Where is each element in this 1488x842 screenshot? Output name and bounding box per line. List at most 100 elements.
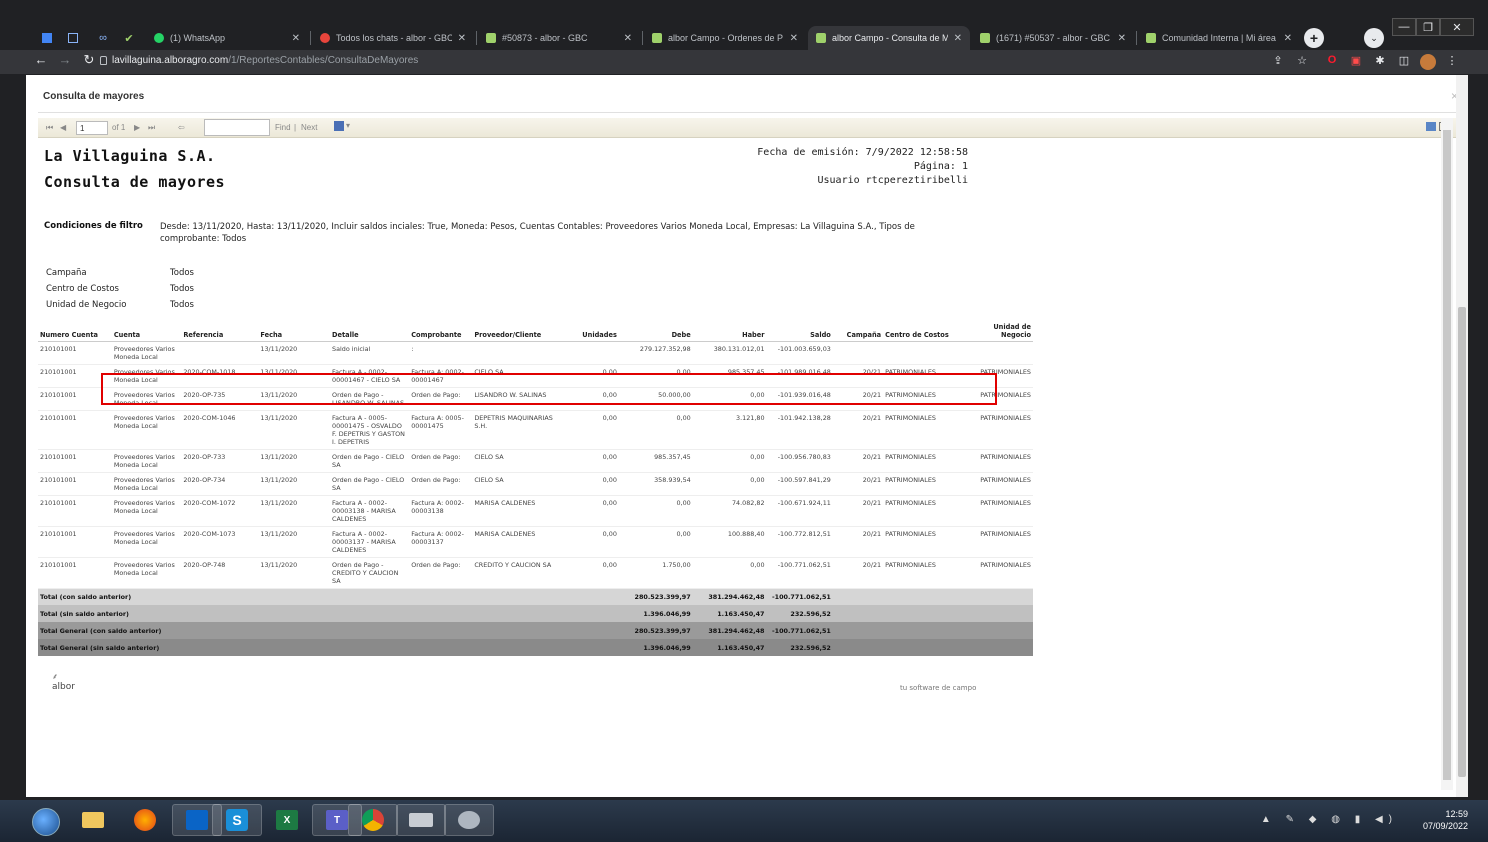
profile-avatar[interactable] [1420,54,1436,70]
find-input[interactable] [204,119,270,136]
table-cell: Proveedores Varios Moneda Local [111,495,182,527]
refresh-icon[interactable] [1426,122,1436,131]
table-cell: 13/11/2020 [258,449,331,473]
unidad-negocio-label: Unidad de Negocio [46,300,127,310]
table-cell: PATRIMONIALES [883,472,961,496]
close-tab-icon[interactable]: ✕ [790,33,798,44]
page-number-input[interactable]: 1 [76,121,108,135]
report-scrollbar[interactable] [1441,118,1453,790]
find-link[interactable]: Find [275,123,291,132]
export-dropdown-icon[interactable]: ▾ [346,121,350,130]
taskbar-clock[interactable]: 12:59 07/09/2022 [1423,808,1468,832]
col-header: Proveedor/Cliente [472,320,561,342]
total-label: Total General (sin saldo anterior) [38,639,619,656]
minimize-button[interactable]: — [1392,18,1416,36]
table-cell: PATRIMONIALES [960,495,1033,527]
excel-icon[interactable]: X [262,804,312,836]
pinned-tab-doc-icon[interactable] [36,28,58,48]
table-cell: CREDITO Y CAUCION SA [472,557,561,589]
leaf-icon: ⸙ [52,672,58,681]
close-tab-icon[interactable]: ✕ [458,33,466,44]
table-cell: CIELO SA [472,449,561,473]
col-header: Debe [618,320,693,342]
tab-separator [476,31,477,45]
table-cell: -101.003.659,03 [766,341,833,365]
maximize-button[interactable]: ❐ [1416,18,1440,36]
opera-extension-icon[interactable]: O [1324,54,1340,66]
table-row: 210101001 Proveedores Varios Moneda Local… [38,449,1033,473]
table-cell: PATRIMONIALES [960,410,1033,450]
close-tab-icon[interactable]: ✕ [624,33,632,44]
table-cell: 210101001 [38,449,112,473]
last-page-icon[interactable]: ⏭ [148,123,155,133]
side-panel-icon[interactable]: ◫ [1396,54,1412,67]
puzzle-extensions-icon[interactable]: ✱ [1372,54,1388,67]
forward-arrow-icon[interactable]: → [56,52,74,67]
reload-icon[interactable]: ↻ [80,52,98,68]
total-label: Total (sin saldo anterior) [38,605,619,622]
close-tab-icon[interactable]: ✕ [954,33,962,44]
report-body: La Villaguina S.A. Consulta de mayores F… [38,139,1433,797]
app-icon[interactable] [444,804,494,836]
table-cell: : [409,341,473,365]
tab-todos-los-chats[interactable]: Todos los chats - albor - GBC ✕ [312,26,474,50]
albor-icon [652,33,662,43]
tab-ordenes-de-pago[interactable]: albor Campo - Ordenes de P ✕ [644,26,806,50]
table-cell: Orden de Pago: [409,449,473,473]
table-cell: 13/11/2020 [258,472,331,496]
col-header: Numero Cuenta [38,320,112,342]
prev-page-icon[interactable]: ◀ [60,123,66,132]
table-cell: 2020-COM-1073 [181,526,259,558]
tab-50537[interactable]: (1671) #50537 - albor - GBC ✕ [972,26,1134,50]
tab-50873[interactable]: #50873 - albor - GBC ✕ [478,26,640,50]
total-label: Total (con saldo anterior) [38,588,619,605]
total-label: Total General (con saldo anterior) [38,622,619,639]
export-icon[interactable] [334,121,344,131]
next-page-icon[interactable]: ▶ [134,123,140,132]
windows-taskbar: S X T ▲ ✎ ◆ ◍ ▮ ◀) 12:59 07/09/2022 [0,800,1488,842]
next-link[interactable]: Next [301,123,317,132]
window-controls: — ❐ ✕ [1392,18,1474,36]
centro-costos-value: Todos [170,284,194,294]
share-icon[interactable]: ⇪ [1270,54,1286,67]
page-scrollbar-thumb[interactable] [1458,307,1466,777]
sway-icon[interactable]: S [212,804,262,836]
page-info: Página: 1 [913,161,968,172]
tab-consulta-de-mayores[interactable]: albor Campo - Consulta de M ✕ [808,26,970,50]
new-tab-button[interactable]: + [1304,28,1324,48]
tab-search-button[interactable]: ⌄ [1364,28,1384,48]
table-cell: -100.956.780,83 [766,449,833,473]
kebab-menu-icon[interactable]: ⋮ [1444,54,1460,67]
close-tab-icon[interactable]: ✕ [292,33,300,44]
total-debe: 1.396.046,99 [618,605,693,622]
close-tab-icon[interactable]: ✕ [1284,33,1292,44]
table-cell: 13/11/2020 [258,495,331,527]
tab-whatsapp[interactable]: (1) WhatsApp ✕ [146,26,308,50]
bookmark-star-icon[interactable]: ☆ [1294,54,1310,67]
url-field[interactable]: lavillaguina.alboragro.com/1/ReportesCon… [112,55,418,66]
pinned-tab-grid-icon[interactable] [62,28,84,48]
page-scrollbar[interactable] [1456,75,1468,797]
tab-comunidad-interna[interactable]: Comunidad Interna | Mi área ✕ [1138,26,1300,50]
firefox-icon[interactable] [120,804,170,836]
table-cell: Proveedores Varios Moneda Local [111,526,182,558]
total-filler [832,622,1033,639]
col-header: Comprobante [409,320,473,342]
file-explorer-icon[interactable] [68,804,118,836]
video-extension-icon[interactable]: ▣ [1348,54,1364,67]
table-cell: 13/11/2020 [258,410,331,450]
table-cell: 0,00 [560,472,619,496]
back-icon[interactable]: ⇦ [178,123,185,132]
back-arrow-icon[interactable]: ← [32,52,50,67]
windows-start-button[interactable] [32,808,60,836]
pinned-tab-check-icon[interactable]: ✔ [118,28,140,48]
report-scrollbar-thumb[interactable] [1443,130,1451,780]
first-page-icon[interactable]: ⏮ [46,123,53,133]
app-icon[interactable] [396,804,446,836]
table-cell: 0,00 [618,526,693,558]
pinned-tab-loop-icon[interactable]: ∞ [92,28,114,48]
system-tray-icons[interactable]: ▲ ✎ ◆ ◍ ▮ ◀) [1261,814,1398,825]
chrome-icon[interactable] [348,804,398,836]
close-window-button[interactable]: ✕ [1440,18,1474,36]
close-tab-icon[interactable]: ✕ [1118,33,1126,44]
